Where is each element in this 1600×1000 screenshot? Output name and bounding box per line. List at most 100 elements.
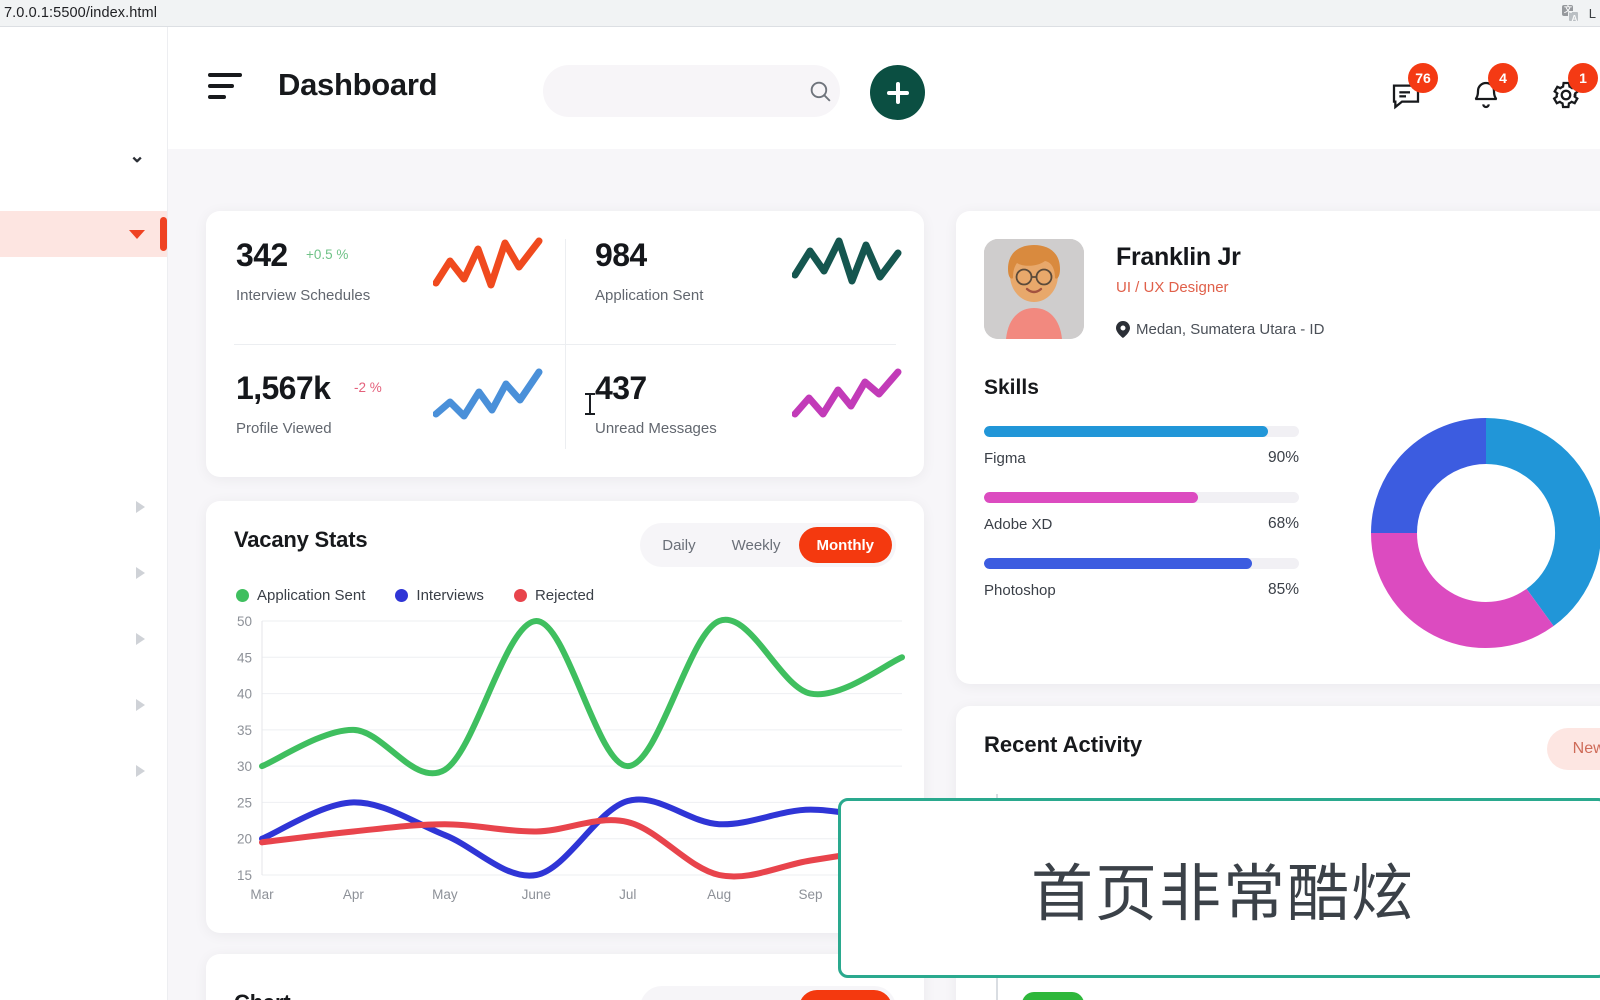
search-input[interactable]	[543, 82, 800, 100]
stat-delta: -2 %	[354, 380, 382, 395]
stat-label: Application Sent	[595, 287, 704, 304]
sidebar-item-6[interactable]	[0, 685, 167, 725]
svg-text:25: 25	[237, 795, 252, 810]
tab-monthly[interactable]: Monthly	[798, 527, 892, 563]
sidebar-nav: rd d Light d Dark n s	[0, 211, 167, 791]
sparkline-profile	[433, 368, 543, 420]
sidebar: k Dashboard klin Jr ⌄ dmin rd d Light d …	[0, 27, 168, 1000]
tab-daily-2[interactable]: Daily	[644, 990, 713, 1000]
sidebar-item-4[interactable]	[0, 553, 167, 593]
recent-activity-title: Recent Activity	[984, 732, 1143, 757]
tab-weekly[interactable]: Weekly	[714, 527, 799, 563]
skill-name: Adobe XD	[984, 515, 1053, 533]
svg-text:May: May	[432, 887, 458, 902]
legend-dot-icon	[513, 589, 527, 602]
vacancy-legend: Application Sent Interviews Rejected	[236, 587, 594, 604]
svg-text:50: 50	[237, 614, 252, 629]
legend-interviews[interactable]: Interviews	[395, 587, 484, 604]
skill-progress-fill	[984, 558, 1252, 569]
profile-location-text: Medan, Sumatera Utara - ID	[1136, 321, 1325, 338]
stat-application-sent: 984 Application Sent	[565, 211, 924, 344]
callout-text: 首页非常酷炫	[1030, 857, 1415, 930]
svg-text:45: 45	[237, 650, 252, 665]
sidebar-item-3[interactable]	[0, 487, 167, 527]
chart-title: Chart	[234, 990, 291, 1000]
skill-progress-fill	[984, 426, 1268, 437]
stat-unread-messages: 437 Unread Messages	[565, 344, 924, 477]
translate-icon[interactable]: 文 A	[1561, 4, 1579, 23]
vacancy-stats-card: Vacany Stats Daily Weekly Monthly Applic…	[206, 501, 924, 933]
svg-text:Mar: Mar	[250, 887, 274, 902]
sidebar-item-2[interactable]: s	[0, 431, 167, 477]
map-pin-icon	[1116, 321, 1130, 338]
svg-text:15: 15	[237, 868, 252, 883]
skill-progress-fill	[984, 492, 1199, 503]
sidebar-item-1[interactable]: n	[0, 345, 167, 391]
add-button[interactable]	[870, 65, 925, 120]
activity-icon-2	[1022, 992, 1084, 1000]
stat-value: 1,567k	[236, 370, 331, 406]
legend-rejected[interactable]: Rejected	[513, 587, 595, 604]
sidebar-subitem-dashboard-dark[interactable]: d Dark	[0, 294, 167, 331]
topbar-actions: 76 4 1	[1390, 63, 1598, 111]
caret-down-icon	[129, 229, 145, 239]
sidebar-subitem-dashboard-light[interactable]: d Light	[0, 257, 167, 294]
avatar	[984, 239, 1084, 339]
svg-text:Apr: Apr	[343, 887, 365, 902]
chevron-down-icon[interactable]: ⌄	[129, 147, 145, 166]
brand-logo: k	[0, 49, 167, 79]
tab-weekly-2[interactable]: Weekly	[714, 990, 799, 1000]
search-icon[interactable]	[800, 79, 840, 104]
skill-photoshop: Photoshop 85%	[984, 558, 1299, 599]
topbar: Dashboard 76 4 1	[168, 27, 1600, 149]
brand[interactable]: k Dashboard	[0, 27, 167, 100]
svg-text:40: 40	[237, 687, 252, 702]
chart-card: Chart Daily Weekly Monthly	[206, 954, 924, 1000]
sidebar-user-role: dmin	[0, 172, 167, 187]
skill-progress-track	[984, 426, 1299, 437]
url-text[interactable]: 7.0.0.1:5500/index.html	[0, 5, 157, 21]
legend-label: Rejected	[534, 587, 595, 604]
stat-value: 342	[236, 237, 288, 273]
settings-button[interactable]: 1	[1550, 63, 1598, 111]
caret-right-icon	[136, 567, 145, 579]
messages-button[interactable]: 76	[1390, 63, 1438, 111]
svg-text:30: 30	[237, 759, 252, 774]
brand-subtitle: Dashboard	[0, 85, 167, 100]
sparkline-application	[792, 237, 902, 285]
sparkline-unread	[792, 368, 902, 418]
legend-application-sent[interactable]: Application Sent	[236, 587, 365, 604]
search-box[interactable]	[543, 65, 840, 117]
caret-right-icon	[136, 699, 145, 711]
hamburger-menu-icon[interactable]	[208, 73, 246, 103]
caret-right-icon	[136, 501, 145, 513]
profile-card: Franklin Jr UI / UX Designer Medan, Suma…	[956, 211, 1600, 684]
activity-filter-newest[interactable]: Newest	[1546, 728, 1600, 770]
skill-progress-track	[984, 492, 1299, 503]
svg-text:Jul: Jul	[619, 887, 636, 902]
sidebar-item-5[interactable]	[0, 619, 167, 659]
tab-daily[interactable]: Daily	[644, 527, 713, 563]
svg-text:Sep: Sep	[799, 887, 823, 902]
stat-interview-schedules: 342 +0.5 % Interview Schedules	[206, 211, 565, 344]
legend-dot-icon	[236, 589, 249, 602]
notifications-button[interactable]: 4	[1470, 63, 1518, 111]
stat-label: Profile Viewed	[236, 420, 332, 437]
legend-label: Interviews	[416, 587, 484, 604]
skill-percent: 90%	[1267, 449, 1299, 466]
skills-heading: Skills	[984, 376, 1039, 399]
text-cursor	[585, 393, 595, 415]
stat-value: 437	[595, 370, 647, 406]
skill-percent: 68%	[1267, 515, 1299, 532]
tab-monthly-2[interactable]: Monthly	[798, 990, 892, 1000]
sidebar-user-switcher[interactable]: klin Jr ⌄	[0, 144, 145, 168]
skill-progress-track	[984, 558, 1299, 569]
settings-badge: 1	[1568, 63, 1598, 93]
sidebar-item-7[interactable]	[0, 751, 167, 791]
stat-label: Unread Messages	[595, 420, 717, 437]
browser-address-bar: 7.0.0.1:5500/index.html 文 A L	[0, 0, 1600, 27]
stat-label: Interview Schedules	[236, 287, 371, 304]
browser-profile-label[interactable]: L	[1589, 6, 1596, 21]
sidebar-item-dashboard[interactable]: rd	[0, 211, 167, 257]
notifications-badge: 4	[1488, 63, 1518, 93]
